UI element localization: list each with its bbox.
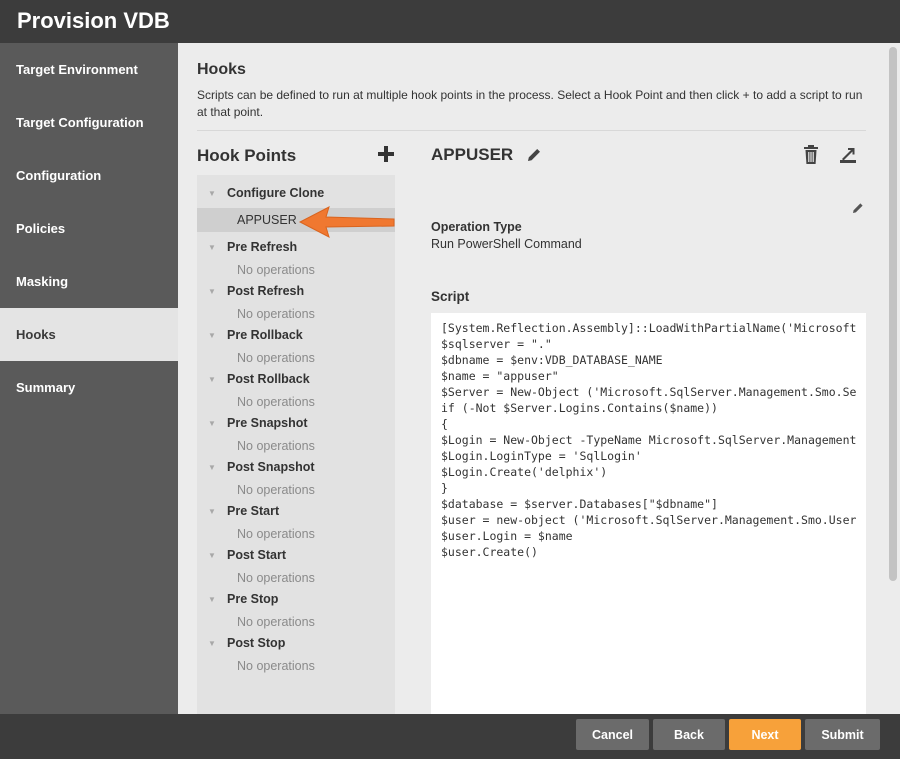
sidebar-item-target-configuration[interactable]: Target Configuration xyxy=(0,96,178,149)
wizard-sidebar: Target Environment Target Configuration … xyxy=(0,43,178,714)
collapse-triangle-icon: ▼ xyxy=(208,638,216,648)
collapse-triangle-icon: ▼ xyxy=(208,550,216,560)
hook-group-post-snapshot[interactable]: ▼ Post Snapshot xyxy=(197,457,395,477)
collapse-triangle-icon: ▼ xyxy=(208,286,216,296)
page-title: Hooks xyxy=(197,61,246,78)
sidebar-item-masking[interactable]: Masking xyxy=(0,255,178,308)
annotation-arrow-icon xyxy=(298,206,395,238)
collapse-triangle-icon: ▼ xyxy=(208,374,216,384)
window-title: Provision VDB xyxy=(0,0,900,43)
trash-icon[interactable] xyxy=(803,145,819,165)
hook-group-label: Post Start xyxy=(227,548,287,562)
no-operations-text: No operations xyxy=(237,615,315,629)
hook-group-label: Post Snapshot xyxy=(227,460,315,474)
main-content: Hooks Scripts can be defined to run at m… xyxy=(178,43,900,714)
script-line: $dbname = $env:VDB_DATABASE_NAME xyxy=(441,353,663,367)
collapse-triangle-icon: ▼ xyxy=(208,330,216,340)
hook-group-label: Pre Refresh xyxy=(227,240,298,254)
no-operations-text: No operations xyxy=(237,571,315,585)
hook-group-pre-snapshot[interactable]: ▼ Pre Snapshot xyxy=(197,413,395,433)
hook-group-post-stop[interactable]: ▼ Post Stop xyxy=(197,633,395,653)
no-operations-text: No operations xyxy=(237,483,315,497)
collapse-triangle-icon: ▼ xyxy=(208,462,216,472)
script-line: } xyxy=(441,481,448,495)
sidebar-item-configuration[interactable]: Configuration xyxy=(0,149,178,202)
hook-group-label: Configure Clone xyxy=(227,186,325,200)
hook-points-title: Hook Points xyxy=(197,146,297,165)
cancel-button[interactable]: Cancel xyxy=(576,719,649,750)
wizard-footer: Cancel Back Next Submit xyxy=(0,714,900,759)
next-button[interactable]: Next xyxy=(729,719,801,750)
no-operations-text: No operations xyxy=(237,659,315,673)
script-line: $Server = New-Object ('Microsoft.SqlServ… xyxy=(441,385,857,399)
collapse-triangle-icon: ▼ xyxy=(208,594,216,604)
no-operations-text: No operations xyxy=(237,395,315,409)
operation-name: APPUSER xyxy=(431,145,514,164)
hook-group-pre-stop[interactable]: ▼ Pre Stop xyxy=(197,589,395,609)
page-description: Scripts can be defined to run at multipl… xyxy=(197,88,863,119)
collapse-triangle-icon: ▼ xyxy=(208,188,216,198)
hook-group-label: Post Stop xyxy=(227,636,286,650)
script-editor[interactable]: [System.Reflection.Assembly]::LoadWithPa… xyxy=(431,313,866,714)
collapse-triangle-icon: ▼ xyxy=(208,242,216,252)
hook-group-label: Pre Stop xyxy=(227,592,279,606)
submit-button[interactable]: Submit xyxy=(805,719,880,750)
pencil-icon[interactable] xyxy=(525,146,543,164)
edit-operation-icon[interactable] xyxy=(851,201,865,215)
hook-group-pre-rollback[interactable]: ▼ Pre Rollback xyxy=(197,325,395,345)
sidebar-item-target-environment[interactable]: Target Environment xyxy=(0,43,178,96)
hook-group-label: Post Rollback xyxy=(227,372,310,386)
script-line: $Login = New-Object -TypeName Microsoft.… xyxy=(441,433,857,447)
hook-points-list: ▼ Configure Clone APPUSER ▼ Pre Refresh … xyxy=(197,175,395,714)
no-operations-text: No operations xyxy=(237,351,315,365)
script-line: [System.Reflection.Assembly]::LoadWithPa… xyxy=(441,321,857,335)
script-line: $Login.Create('delphix') xyxy=(441,465,608,479)
add-script-button[interactable] xyxy=(376,142,396,166)
hook-group-label: Pre Start xyxy=(227,504,280,518)
sidebar-item-summary[interactable]: Summary xyxy=(0,361,178,414)
no-operations-text: No operations xyxy=(237,263,315,277)
sidebar-item-hooks[interactable]: Hooks xyxy=(0,308,178,361)
script-line: { xyxy=(441,417,448,431)
hook-group-post-rollback[interactable]: ▼ Post Rollback xyxy=(197,369,395,389)
no-operations-text: No operations xyxy=(237,527,315,541)
collapse-triangle-icon: ▼ xyxy=(208,418,216,428)
divider xyxy=(197,130,866,131)
scrollbar[interactable] xyxy=(886,43,900,714)
hook-group-label: Pre Snapshot xyxy=(227,416,308,430)
script-line: $user = new-object ('Microsoft.SqlServer… xyxy=(441,513,857,527)
hook-group-pre-start[interactable]: ▼ Pre Start xyxy=(197,501,395,521)
plus-icon xyxy=(378,146,394,162)
scrollbar-thumb[interactable] xyxy=(889,47,897,581)
hook-group-post-refresh[interactable]: ▼ Post Refresh xyxy=(197,281,395,301)
sidebar-item-policies[interactable]: Policies xyxy=(0,202,178,255)
script-line: $database = $server.Databases["$dbname"] xyxy=(441,497,718,511)
hook-group-configure-clone[interactable]: ▼ Configure Clone xyxy=(197,183,395,203)
no-operations-text: No operations xyxy=(237,307,315,321)
hook-group-post-start[interactable]: ▼ Post Start xyxy=(197,545,395,565)
hook-group-label: Pre Rollback xyxy=(227,328,303,342)
script-line: $name = "appuser" xyxy=(441,369,559,383)
operation-type-value: Run PowerShell Command xyxy=(431,237,582,251)
hook-group-label: Post Refresh xyxy=(227,284,305,298)
operation-title: APPUSER xyxy=(431,145,543,165)
script-line: $user.Login = $name xyxy=(441,529,573,543)
script-line: $sqlserver = "." xyxy=(441,337,552,351)
script-line: if (-Not $Server.Logins.Contains($name)) xyxy=(441,401,718,415)
collapse-triangle-icon: ▼ xyxy=(208,506,216,516)
no-operations-text: No operations xyxy=(237,439,315,453)
operation-type-label: Operation Type xyxy=(431,220,522,234)
back-button[interactable]: Back xyxy=(653,719,725,750)
script-line: $Login.LoginType = 'SqlLogin' xyxy=(441,449,642,463)
script-line: $user.Create() xyxy=(441,545,538,559)
export-icon[interactable] xyxy=(838,145,858,165)
script-label: Script xyxy=(431,289,470,304)
